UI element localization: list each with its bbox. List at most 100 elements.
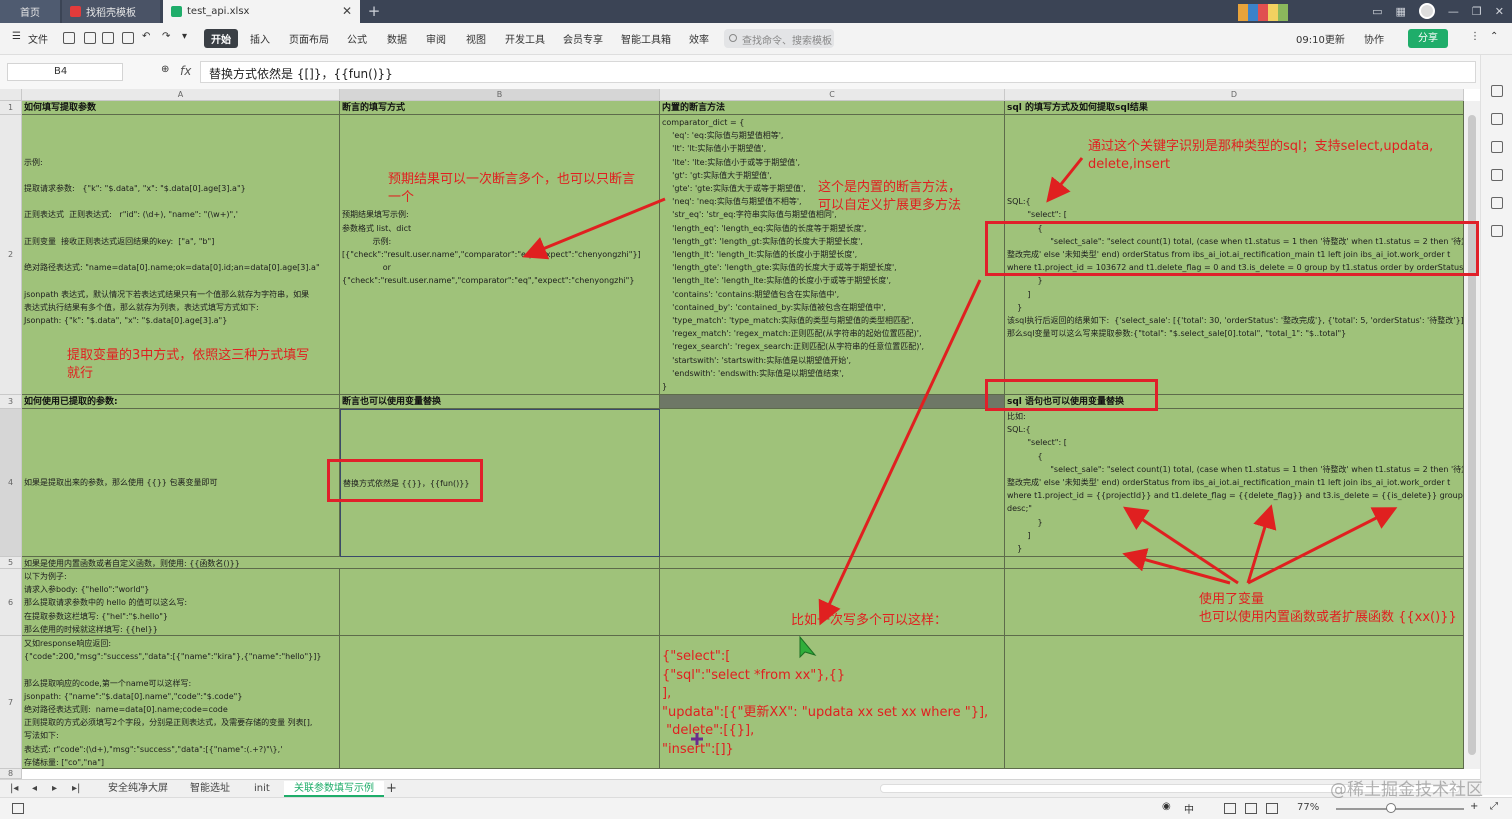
undo-icon[interactable]: ↶ xyxy=(142,31,150,42)
cell-c7[interactable]: {"select":[ {"sql":"select *from xx"},{}… xyxy=(660,636,1005,769)
shapes-icon[interactable] xyxy=(1491,141,1503,153)
more-icon[interactable]: ⋮ xyxy=(1470,31,1480,42)
new-tab-button[interactable]: + xyxy=(364,2,384,21)
grid-icon[interactable]: ▦ xyxy=(1396,5,1406,18)
cell-a6[interactable]: 以下为例子: 请求入参body: {"hello":"world"} 那么提取请… xyxy=(22,569,340,636)
break-view-icon[interactable] xyxy=(1266,803,1278,814)
tab-view[interactable]: 视图 xyxy=(466,31,486,46)
file-menu[interactable]: 文件 xyxy=(28,31,48,46)
image-icon[interactable] xyxy=(1491,169,1503,181)
tab-page-layout[interactable]: 页面布局 xyxy=(289,31,329,46)
input-method-icon[interactable]: 中 xyxy=(1184,801,1194,816)
add-sheet-button[interactable]: + xyxy=(386,781,397,797)
chevron-down-icon[interactable]: ▾ xyxy=(182,31,187,42)
row-header-2[interactable]: 2 xyxy=(0,115,22,395)
sheet-tab-2[interactable]: 智能选址 xyxy=(190,781,230,797)
sheet-tab-3[interactable]: init xyxy=(254,781,270,797)
column-header-c[interactable]: C xyxy=(660,89,1005,101)
tab-efficiency[interactable]: 效率 xyxy=(689,31,709,46)
tab-formula[interactable]: 公式 xyxy=(347,31,367,46)
tab-review[interactable]: 审阅 xyxy=(426,31,446,46)
cell-a3[interactable]: 如何使用已提取的参数: xyxy=(22,395,340,409)
preview-icon[interactable] xyxy=(122,32,134,44)
menu-icon[interactable]: ☰ xyxy=(12,31,21,42)
share-button[interactable]: 分享 xyxy=(1408,29,1448,48)
cell-c2[interactable]: comparator_dict = { 'eq': 'eq:实际值与期望值相等'… xyxy=(660,115,1005,395)
fx-icon[interactable]: fx xyxy=(180,64,191,78)
cell-b6[interactable] xyxy=(340,569,660,636)
collapse-icon[interactable]: ⌃ xyxy=(1490,31,1498,42)
page-view-icon[interactable] xyxy=(1245,803,1257,814)
cursor-icon[interactable] xyxy=(1491,85,1503,97)
scroll-thumb[interactable] xyxy=(1468,115,1476,755)
cell-c1[interactable]: 内置的断言方法 xyxy=(660,101,1005,115)
cell-a7[interactable]: 又如response响应返回: {"code":200,"msg":"succe… xyxy=(22,636,340,769)
avatar[interactable] xyxy=(1418,3,1435,19)
cell-c5[interactable] xyxy=(660,557,1005,569)
collab-button[interactable]: 协作 xyxy=(1364,31,1384,46)
save-icon[interactable] xyxy=(63,32,75,44)
row-header-5[interactable]: 5 xyxy=(0,557,22,569)
tab-insert[interactable]: 插入 xyxy=(250,31,270,46)
cell-d5[interactable] xyxy=(1005,557,1464,569)
close-icon[interactable]: ✕ xyxy=(342,4,352,18)
tab-developer[interactable]: 开发工具 xyxy=(505,31,545,46)
cell-b3[interactable]: 断言也可以使用变量替换 xyxy=(340,395,660,409)
tab-templates[interactable]: 找稻壳模板 xyxy=(62,0,160,23)
cell-b5[interactable] xyxy=(340,557,660,569)
row-header-3[interactable]: 3 xyxy=(0,395,22,409)
minimize-icon[interactable]: — xyxy=(1448,5,1459,18)
formula-input[interactable]: 替换方式依然是 {[]}，{{fun()}} xyxy=(200,61,1476,83)
first-sheet-icon[interactable]: |◂ xyxy=(10,781,18,797)
cell-d1[interactable]: sql 的填写方式及如何提取sql结果 xyxy=(1005,101,1464,115)
cell-b7[interactable] xyxy=(340,636,660,769)
row-header-6[interactable]: 6 xyxy=(0,569,22,636)
cell-c3[interactable] xyxy=(660,395,1005,409)
fullscreen-icon[interactable]: ⤢ xyxy=(1490,801,1498,812)
tab-member[interactable]: 会员专享 xyxy=(563,31,603,46)
command-search[interactable]: 查找命令、搜索模板 xyxy=(724,29,834,48)
cell-a5[interactable]: 如果是使用内置函数或者自定义函数，则使用: {{函数名()}} xyxy=(22,557,340,569)
cell-b2[interactable]: 预期结果填写示例: 参数格式 list、dict 示例: [{"check":"… xyxy=(340,115,660,395)
zoom-icon[interactable]: ⊕ xyxy=(161,64,169,75)
column-header-d[interactable]: D xyxy=(1005,89,1464,101)
corner-select[interactable] xyxy=(0,89,22,101)
row-header-4[interactable]: 4 xyxy=(0,409,22,557)
tab-home[interactable]: 首页 xyxy=(0,0,60,23)
name-box[interactable]: B4 xyxy=(7,63,123,81)
redo-icon[interactable]: ↷ xyxy=(162,31,170,42)
cell-d7[interactable] xyxy=(1005,636,1464,769)
zoom-level[interactable]: 77% xyxy=(1297,802,1319,813)
column-header-a[interactable]: A xyxy=(22,89,340,101)
vertical-scrollbar[interactable] xyxy=(1464,101,1480,769)
zoom-slider[interactable] xyxy=(1336,808,1464,810)
row-header-7[interactable]: 7 xyxy=(0,636,22,769)
column-header-b[interactable]: B xyxy=(340,89,660,101)
zoom-slider-knob[interactable] xyxy=(1386,803,1396,813)
cell-c4[interactable] xyxy=(660,409,1005,557)
filter-icon[interactable] xyxy=(1491,113,1503,125)
normal-view-icon[interactable] xyxy=(1224,803,1236,814)
globe-icon[interactable] xyxy=(1491,197,1503,209)
cell-a4[interactable]: 如果是提取出来的参数，那么使用 {{}} 包裹变量即可 xyxy=(22,409,340,557)
tab-start[interactable]: 开始 xyxy=(204,29,238,48)
eye-icon[interactable]: ◉ xyxy=(1162,801,1171,812)
tab-data[interactable]: 数据 xyxy=(387,31,407,46)
print-icon[interactable] xyxy=(102,32,114,44)
sheet-tab-1[interactable]: 安全纯净大屏 xyxy=(108,781,168,797)
layout-icon[interactable]: ▭ xyxy=(1372,5,1382,18)
prev-sheet-icon[interactable]: ◂ xyxy=(32,781,37,797)
zoom-in-icon[interactable]: + xyxy=(1470,801,1478,812)
sheet-tab-4[interactable]: 关联参数填写示例 xyxy=(284,781,384,797)
next-sheet-icon[interactable]: ▸ xyxy=(52,781,57,797)
close-window-icon[interactable]: ✕ xyxy=(1495,5,1504,18)
tab-test-api[interactable]: test_api.xlsx ✕ xyxy=(163,0,360,23)
cell-b1[interactable]: 断言的填写方式 xyxy=(340,101,660,115)
tab-smart-tools[interactable]: 智能工具箱 xyxy=(621,31,671,46)
row-header-1[interactable]: 1 xyxy=(0,101,22,115)
row-header-8[interactable]: 8 xyxy=(0,769,22,779)
cell-d4[interactable]: 比如: SQL:{ "select": [ { "select_sale": "… xyxy=(1005,409,1464,557)
macro-icon[interactable] xyxy=(12,803,24,814)
cell-a1[interactable]: 如何填写提取参数 xyxy=(22,101,340,115)
restore-icon[interactable]: ❐ xyxy=(1472,5,1482,18)
